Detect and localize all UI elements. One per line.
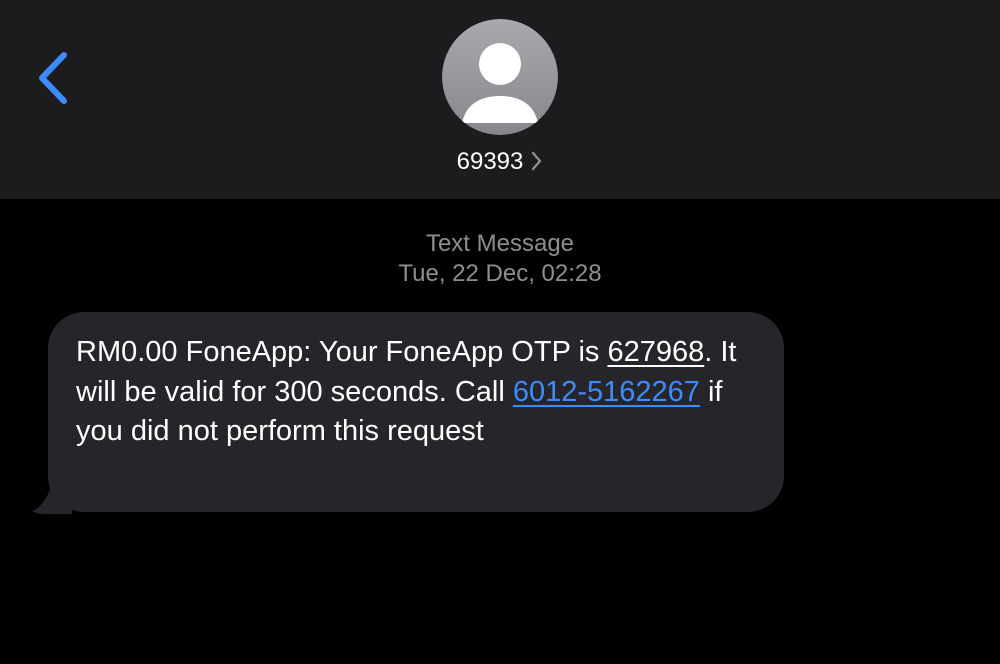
contact-name-button[interactable]: 69393 xyxy=(0,145,1000,179)
message-text: RM0.00 FoneApp: Your FoneApp OTP is 6279… xyxy=(76,333,756,452)
phone-number-link[interactable]: 6012-5162267 xyxy=(513,376,700,408)
incoming-message[interactable]: RM0.00 FoneApp: Your FoneApp OTP is 6279… xyxy=(32,312,792,522)
chevron-right-icon xyxy=(531,151,543,171)
otp-code[interactable]: 627968 xyxy=(607,336,704,368)
message-type-label: Text Message xyxy=(425,230,575,257)
back-button[interactable] xyxy=(30,45,80,111)
message-bubble[interactable]: RM0.00 FoneApp: Your FoneApp OTP is 6279… xyxy=(48,312,784,512)
avatar[interactable] xyxy=(442,19,558,135)
person-silhouette-icon xyxy=(442,19,558,135)
message-timestamp: Tue, 22 Dec, 02:28 xyxy=(398,260,602,287)
chevron-left-icon xyxy=(39,52,67,104)
contact-name: 69393 xyxy=(456,148,524,175)
message-text-part: RM0.00 FoneApp: Your FoneApp OTP is xyxy=(76,336,608,368)
message-meta: Text Message Tue, 22 Dec, 02:28 xyxy=(0,229,1000,289)
conversation-header: 69393 xyxy=(0,0,1000,199)
